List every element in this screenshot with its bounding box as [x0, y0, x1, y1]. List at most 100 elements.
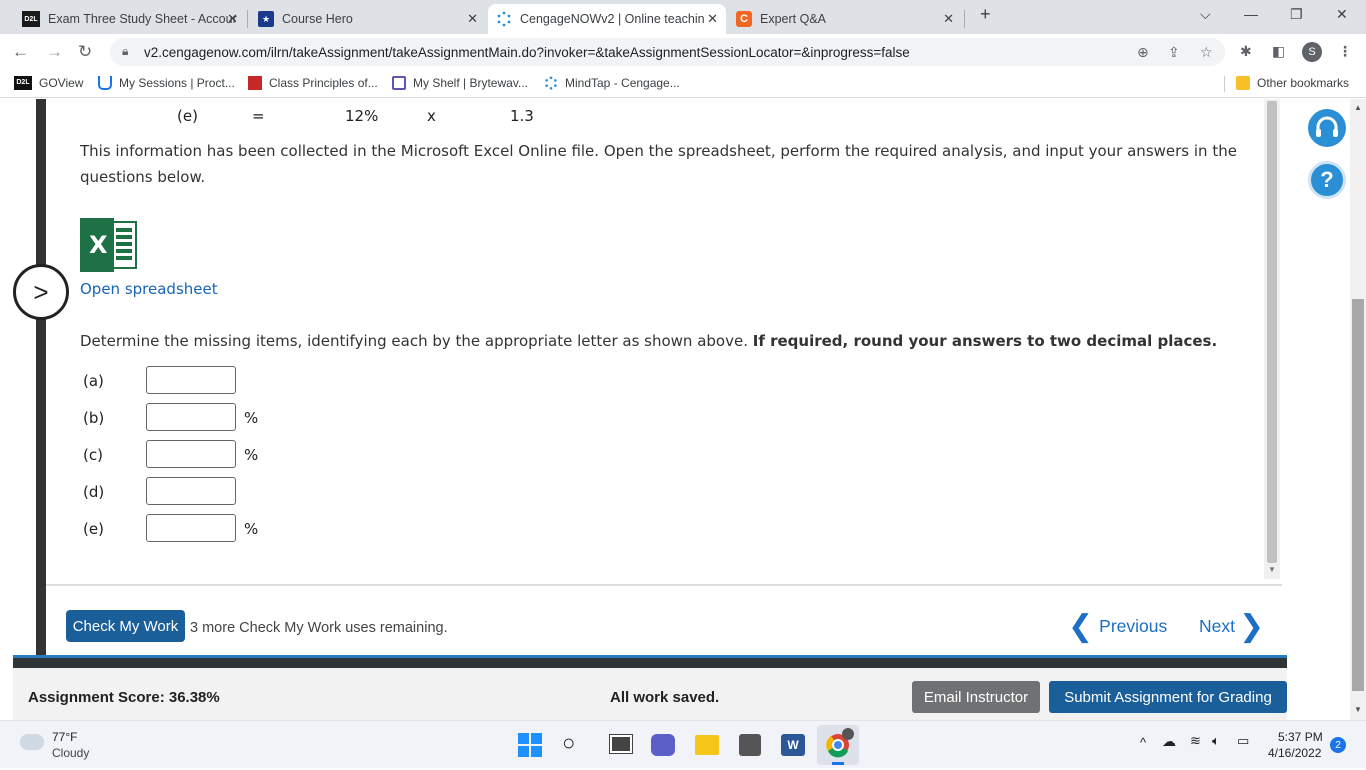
- chevron-left-icon: ❮: [1068, 609, 1094, 643]
- url-text[interactable]: v2.cengagenow.com/ilrn/takeAssignment/ta…: [144, 45, 910, 60]
- star-icon: ★: [258, 11, 274, 27]
- svg-text:X: X: [89, 231, 108, 259]
- expand-panel-button[interactable]: >: [13, 264, 69, 320]
- bookmark-mindtap[interactable]: MindTap - Cengage...: [544, 76, 680, 90]
- support-headset-icon[interactable]: [1308, 109, 1346, 147]
- bookmark-label: Other bookmarks: [1257, 76, 1350, 90]
- sidepanel-icon[interactable]: ◧: [1272, 43, 1285, 60]
- bookmark-goview[interactable]: D2L GOView: [14, 76, 83, 90]
- onedrive-icon[interactable]: ☁: [1162, 733, 1176, 750]
- check-work-area: Check My Work 3 more Check My Work uses …: [46, 584, 1282, 654]
- profile-avatar[interactable]: S: [1302, 42, 1322, 62]
- bookmark-shelf[interactable]: My Shelf | Brytewav...: [392, 76, 528, 90]
- previous-button[interactable]: ❮ Previous: [1068, 609, 1168, 643]
- save-status: All work saved.: [610, 689, 720, 706]
- answer-input-c[interactable]: [146, 440, 236, 468]
- question-label-a: (a): [83, 372, 104, 390]
- bookmark-label: My Shelf | Brytewav...: [413, 76, 528, 90]
- submit-assignment-button[interactable]: Submit Assignment for Grading: [1049, 681, 1287, 713]
- class-icon: [248, 76, 262, 90]
- eq-times: x: [427, 107, 436, 125]
- content-scrollbar-thumb[interactable]: [1267, 101, 1277, 563]
- instruction-bold: If required, round your answers to two d…: [752, 332, 1218, 350]
- start-icon[interactable]: [518, 733, 542, 757]
- store-icon[interactable]: [739, 734, 761, 756]
- bookmark-sessions[interactable]: My Sessions | Proct...: [98, 76, 235, 90]
- battery-icon[interactable]: ▭: [1237, 733, 1249, 749]
- forward-icon[interactable]: →: [46, 42, 63, 62]
- next-label: Next: [1199, 616, 1235, 636]
- new-tab-button[interactable]: +: [980, 4, 991, 25]
- file-explorer-icon[interactable]: [695, 735, 719, 755]
- bookmark-label: Class Principles of...: [269, 76, 378, 90]
- divider-dark: [13, 658, 1287, 668]
- tab-cengage[interactable]: CengageNOWv2 | Online teachin ✕: [488, 4, 726, 34]
- previous-label: Previous: [1099, 616, 1168, 636]
- scroll-up-icon[interactable]: ▲: [1354, 103, 1362, 112]
- email-instructor-button[interactable]: Email Instructor: [912, 681, 1040, 713]
- tab-search-icon[interactable]: ⌵: [1200, 6, 1211, 23]
- search-icon[interactable]: ○: [562, 730, 575, 756]
- remaining-uses-text: 3 more Check My Work uses remaining.: [190, 620, 448, 636]
- d2l-icon: D2L: [22, 11, 40, 27]
- bookmark-other[interactable]: Other bookmarks: [1236, 76, 1349, 90]
- open-spreadsheet-link[interactable]: Open spreadsheet: [80, 280, 218, 298]
- answer-input-a[interactable]: [146, 366, 236, 394]
- notification-badge[interactable]: 2: [1330, 737, 1346, 753]
- chat-icon[interactable]: [651, 734, 675, 756]
- unit-e: %: [244, 520, 259, 538]
- weather-desc[interactable]: Cloudy: [52, 746, 89, 760]
- bookmark-class[interactable]: Class Principles of...: [248, 76, 378, 90]
- help-icon[interactable]: ?: [1308, 161, 1346, 199]
- next-button[interactable]: Next ❯: [1199, 609, 1265, 643]
- cengage-icon: [544, 76, 558, 90]
- left-rail: [36, 99, 46, 655]
- check-my-work-button[interactable]: Check My Work: [66, 610, 185, 642]
- page-scrollbar-thumb[interactable]: [1352, 299, 1364, 691]
- restore-button[interactable]: ❐: [1290, 6, 1303, 23]
- tab-label: Expert Q&A: [760, 12, 826, 26]
- instruction-plain: Determine the missing items, identifying…: [80, 332, 748, 350]
- close-icon[interactable]: ✕: [227, 11, 238, 27]
- bookmark-star-icon[interactable]: ☆: [1200, 44, 1213, 61]
- close-window-button[interactable]: ✕: [1336, 6, 1348, 23]
- scroll-down-icon[interactable]: ▼: [1354, 705, 1362, 714]
- share-icon[interactable]: ⇪: [1168, 44, 1180, 61]
- question-label-e: (e): [83, 520, 104, 538]
- chevron-up-icon[interactable]: ^: [1140, 735, 1146, 750]
- task-view-icon[interactable]: [609, 734, 633, 754]
- answer-input-e[interactable]: [146, 514, 236, 542]
- answer-input-b[interactable]: [146, 403, 236, 431]
- address-bar[interactable]: 🔒︎ v2.cengagenow.com/ilrn/takeAssignment…: [110, 38, 1225, 66]
- menu-icon[interactable]: ⋮: [1338, 43, 1352, 60]
- word-icon[interactable]: W: [781, 734, 805, 756]
- back-icon[interactable]: ←: [12, 42, 29, 62]
- eq-factor: 1.3: [510, 107, 534, 125]
- close-icon[interactable]: ✕: [707, 11, 718, 27]
- scroll-down-icon[interactable]: ▼: [1268, 565, 1276, 574]
- extensions-icon[interactable]: ✱: [1240, 43, 1252, 60]
- assignment-page: > (e) = 12% x 1.3 This information has b…: [0, 99, 1366, 720]
- close-icon[interactable]: ✕: [943, 11, 954, 27]
- minimize-button[interactable]: —: [1244, 6, 1258, 22]
- answer-input-d[interactable]: [146, 477, 236, 505]
- clock-time[interactable]: 5:37 PM: [1278, 730, 1323, 744]
- tab-expert-qa[interactable]: C Expert Q&A ✕: [728, 4, 962, 34]
- reload-icon[interactable]: ↻: [78, 42, 92, 62]
- tab-course-hero[interactable]: ★ Course Hero ✕: [250, 4, 486, 34]
- folder-icon: [1236, 76, 1250, 90]
- proctor-icon: [98, 76, 112, 90]
- close-icon[interactable]: ✕: [467, 11, 478, 27]
- chrome-taskbar-item[interactable]: [817, 725, 859, 765]
- volume-icon[interactable]: 🔈︎: [1212, 733, 1220, 749]
- clock-date[interactable]: 4/16/2022: [1268, 746, 1321, 760]
- zoom-icon[interactable]: ⊕: [1137, 44, 1149, 61]
- chevron-right-icon: ❯: [1238, 609, 1265, 643]
- tab-exam-three[interactable]: D2L Exam Three Study Sheet - Accour ✕: [14, 4, 246, 34]
- bookmark-label: My Sessions | Proct...: [119, 76, 235, 90]
- lock-icon: 🔒︎: [122, 44, 129, 58]
- tab-label: CengageNOWv2 | Online teachin: [520, 12, 705, 26]
- wifi-icon[interactable]: ≋: [1190, 733, 1201, 749]
- weather-temp[interactable]: 77°F: [52, 730, 77, 744]
- excel-icon[interactable]: X: [80, 218, 138, 272]
